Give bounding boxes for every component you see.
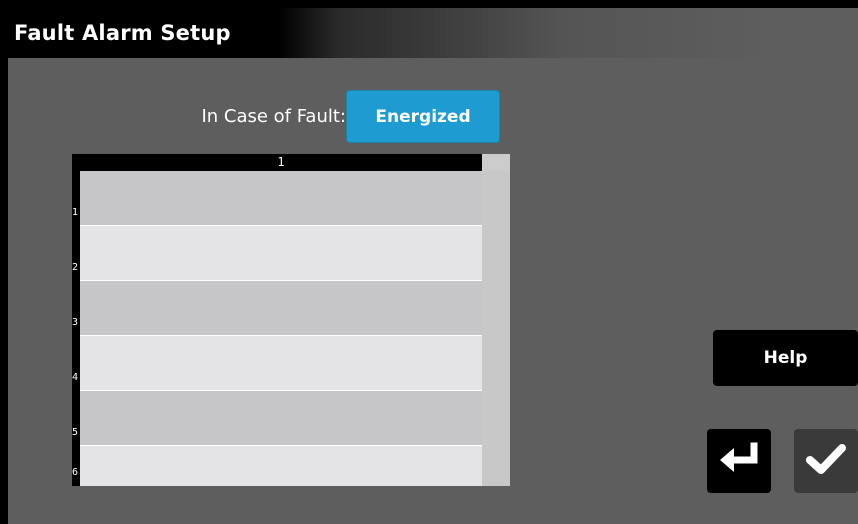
screen: Fault Alarm Setup In Case of Fault: Ener… [8, 8, 858, 524]
row-header-5[interactable]: 5 [72, 391, 80, 446]
row-header-2[interactable]: 2 [72, 226, 80, 281]
checkmark-icon [806, 442, 846, 480]
row-header-6[interactable]: 6 [72, 446, 80, 486]
table-row[interactable] [80, 171, 482, 226]
row-header-4[interactable]: 4 [72, 336, 80, 391]
fault-mode-button[interactable]: Energized [346, 90, 500, 143]
row-header-1[interactable]: 1 [72, 171, 80, 226]
back-button[interactable] [707, 429, 771, 493]
return-arrow-icon [716, 442, 762, 480]
data-table: 1 1 2 3 4 5 6 [72, 154, 510, 486]
vertical-scrollbar[interactable] [482, 171, 510, 486]
help-button[interactable]: Help [713, 330, 858, 386]
table-row[interactable] [80, 336, 482, 391]
fault-label: In Case of Fault: [201, 106, 346, 127]
row-header-3[interactable]: 3 [72, 281, 80, 336]
table-row[interactable] [80, 446, 482, 486]
table-row[interactable] [80, 391, 482, 446]
table-row[interactable] [80, 226, 482, 281]
table-corner [72, 154, 80, 171]
page-title: Fault Alarm Setup [14, 21, 231, 45]
title-bar: Fault Alarm Setup [8, 8, 858, 58]
column-header-pad [482, 154, 510, 171]
column-header-1[interactable]: 1 [80, 154, 482, 171]
table-row[interactable] [80, 281, 482, 336]
ok-button[interactable] [794, 429, 858, 493]
